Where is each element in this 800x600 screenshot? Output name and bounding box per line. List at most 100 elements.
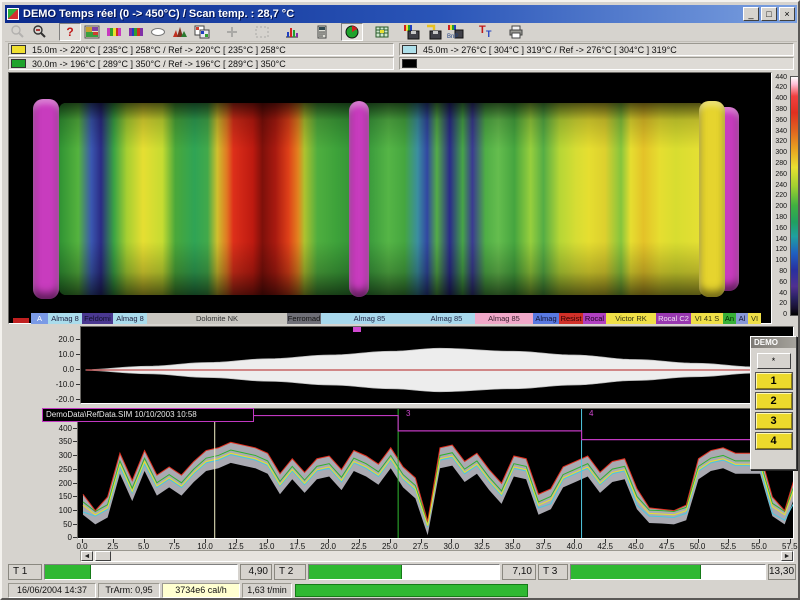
range-bar-yellow-text: 15.0m -> 220°C [ 235°C ] 258°C / Ref -> … [32, 45, 286, 55]
zone-segment: An [723, 313, 736, 324]
thermal-roll-image [59, 103, 705, 295]
preset-button-4[interactable]: 4 [756, 433, 792, 449]
trend-plot[interactable] [77, 408, 794, 539]
profile-plot[interactable] [80, 326, 794, 404]
zone-segment: Almag 85 [418, 313, 475, 324]
trend-peaks-icon [172, 24, 188, 40]
range-bar-green-text: 30.0m -> 196°C [ 289°C ] 350°C / Ref -> … [32, 59, 286, 69]
histogram-button[interactable] [281, 23, 303, 41]
preset-button-2[interactable]: 2 [756, 393, 792, 409]
profile-handle[interactable] [353, 327, 361, 332]
status-trarm: TrArm: 0,95 [98, 583, 160, 598]
scroll-right-button[interactable]: ► [781, 551, 793, 561]
zone-segment: Feldomi [82, 313, 113, 324]
image-view-button[interactable] [81, 23, 103, 41]
t1-progress [44, 564, 238, 580]
t3-progress [570, 564, 766, 580]
range-bar-cyan[interactable]: 45.0m -> 276°C [ 304°C ] 319°C / Ref -> … [399, 43, 794, 56]
demo-panel-title[interactable]: DEMO [751, 337, 796, 348]
scroll-left-button[interactable]: ◄ [81, 551, 93, 561]
t1-label: T 1 [8, 564, 42, 580]
window-title: DEMO Temps réel (0 -> 450°C) / Scan temp… [23, 8, 294, 20]
zoom-out-icon [32, 24, 48, 40]
maximize-button[interactable]: □ [761, 7, 777, 21]
t2-progress [308, 564, 500, 580]
help-button[interactable]: ? [59, 23, 81, 41]
roll-unwrapped-icon [106, 24, 122, 40]
range-bar-black[interactable] [399, 57, 794, 70]
thermal-view[interactable]: AAlmag 8FeldomiAlmag 8Dolomite NKFerroma… [8, 72, 772, 324]
preset-button-1[interactable]: 1 [756, 373, 792, 389]
print-button[interactable] [505, 23, 527, 41]
reference-file-label[interactable]: DemoData\RefData.SIM 10/10/2003 10:58 [42, 408, 254, 422]
zone-segment: Dolomite NK [147, 313, 287, 324]
demo-panel: DEMO * 1 2 3 4 [750, 336, 797, 470]
lens-profile-icon [150, 24, 166, 40]
zone-segment: Resist [559, 313, 583, 324]
save-curve-button[interactable] [423, 23, 445, 41]
save-bnp-text: BnP [447, 34, 458, 40]
zone-strip[interactable]: AAlmag 8FeldomiAlmag 8Dolomite NKFerroma… [31, 313, 761, 324]
zone-segment: VI 41 S [691, 313, 723, 324]
text-temperature-button[interactable]: TT [475, 23, 497, 41]
status-progress-bar [295, 584, 528, 597]
range-bar-green[interactable]: 30.0m -> 196°C [ 289°C ] 350°C / Ref -> … [8, 57, 394, 70]
zone-segment: Almag 85 [475, 313, 533, 324]
save-palette-button[interactable] [401, 23, 423, 41]
text-temperature-icon: TT [478, 24, 494, 40]
zoom-in-icon [10, 24, 26, 40]
status-datetime: 16/06/2004 14:37 [8, 583, 96, 598]
toolbar: ? BnP TT [5, 23, 797, 42]
save-curve-icon [425, 24, 443, 40]
zoom-in-button[interactable] [7, 23, 29, 41]
close-button[interactable]: × [779, 7, 795, 21]
roll-ring-left [33, 99, 59, 299]
zone-strip-marker [13, 318, 29, 323]
roll-ring-middle [349, 101, 369, 297]
zone-segment: VI [748, 313, 761, 324]
trend-peaks-button[interactable] [169, 23, 191, 41]
profile-panel: 20.010.00.0-10.0-20.0 [8, 324, 794, 406]
status-rate: 1,63 t/min [242, 583, 292, 598]
t2-value: 7,10 [502, 564, 536, 580]
trend-scrollbar[interactable]: ◄ ► [80, 550, 794, 562]
trend-panel: 450400350300250200150100500 0.02.55.07.5… [8, 406, 794, 564]
zone-segment: A [31, 313, 48, 324]
scroll-thumb[interactable] [95, 551, 111, 561]
roll-ring-right-inner [699, 101, 725, 297]
add-button[interactable] [221, 23, 243, 41]
image-view-icon [84, 24, 100, 40]
app-icon [7, 8, 19, 20]
save-bnp-icon: BnP [447, 24, 465, 40]
selection-rect-button[interactable] [251, 23, 273, 41]
print-icon [508, 24, 524, 40]
zone-segment: Almag 8 [48, 313, 82, 324]
zone-segment: Rocal [583, 313, 606, 324]
range-bar-cyan-text: 45.0m -> 276°C [ 304°C ] 319°C / Ref -> … [423, 45, 677, 55]
grid-table-button[interactable] [371, 23, 393, 41]
calculator-button[interactable] [311, 23, 333, 41]
preset-button-3[interactable]: 3 [756, 413, 792, 429]
help-icon: ? [66, 25, 73, 39]
color-scale: 4404204003803603403203002802602402202001… [772, 72, 800, 324]
palette-copy-button[interactable] [191, 23, 213, 41]
lens-profile-button[interactable] [147, 23, 169, 41]
zone-segment: Victor RK [606, 313, 656, 324]
t1-value: 4,90 [240, 564, 272, 580]
roll-colored-button[interactable] [125, 23, 147, 41]
zoom-out-button[interactable] [29, 23, 51, 41]
profile-lens-chart [81, 327, 793, 403]
t3-value: 13,30 [768, 564, 796, 580]
green-cursor-swatch [11, 59, 26, 68]
minimize-button[interactable]: _ [743, 7, 759, 21]
range-bar-yellow[interactable]: 15.0m -> 220°C [ 235°C ] 258°C / Ref -> … [8, 43, 394, 56]
roll-unwrapped-button[interactable] [103, 23, 125, 41]
t2-label: T 2 [274, 564, 306, 580]
yellow-cursor-swatch [11, 45, 26, 54]
titlebar[interactable]: DEMO Temps réel (0 -> 450°C) / Scan temp… [5, 5, 797, 23]
pie-indicator-button[interactable] [341, 23, 363, 41]
star-button[interactable]: * [757, 353, 791, 369]
zone-segment: Almag 8 [113, 313, 147, 324]
save-bnp-button[interactable]: BnP [445, 23, 467, 41]
cursor-3-label: 3 [406, 409, 410, 418]
